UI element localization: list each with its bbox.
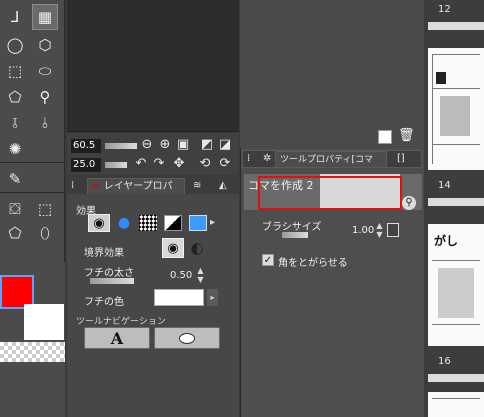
balloon-icon — [179, 332, 195, 344]
transparent-color-swatch[interactable] — [0, 342, 65, 362]
blob-icon[interactable]: ✺ — [2, 136, 28, 162]
border-width-slider[interactable] — [90, 278, 134, 284]
left-tabbar: ⁞ ✒ レイヤープロパ ≋ ◭ — [67, 176, 239, 194]
navigator-controls: 60.5 ⊖ ⊕ ▣ ◩ ◪ 25.0 ↶ ↷ ✥ ⟲ ⟳ — [67, 133, 239, 175]
zoom-slider[interactable] — [105, 143, 137, 149]
tab-2-icon[interactable]: ≋ — [189, 178, 213, 194]
thumb-text: がし — [434, 234, 459, 248]
sub-color-swatch[interactable] — [24, 304, 64, 340]
middle-top-area: 🗑 — [240, 0, 424, 148]
border-width-value[interactable]: 0.50 — [170, 270, 192, 281]
border-on-icon[interactable]: ◐ — [186, 238, 208, 258]
navigator-preview[interactable] — [67, 0, 239, 132]
rotate-flip2-icon[interactable]: ⟳ — [217, 155, 233, 171]
threshold-icon[interactable] — [164, 215, 182, 231]
page-number: 16 — [438, 356, 451, 367]
tool-nav-label: ツールナビゲーション — [76, 317, 166, 327]
text-tool-button[interactable]: A — [84, 327, 150, 349]
page-thumb-edge[interactable] — [428, 22, 484, 30]
border-off-button[interactable]: ◉ — [162, 238, 184, 258]
brush-size-label: ブラシサイズ — [262, 222, 322, 233]
tool-property-body — [244, 212, 422, 417]
brush-size-preset-button[interactable] — [387, 223, 399, 237]
page-thumb-edge[interactable] — [428, 198, 484, 206]
panel-menu-icon[interactable]: ⁞ — [67, 178, 78, 194]
rotate-right-icon[interactable]: ↷ — [151, 155, 167, 171]
layer-color-icon[interactable] — [189, 215, 207, 231]
gear-icon[interactable]: ✲ — [259, 151, 275, 167]
border-width-label: フチの太さ — [84, 268, 134, 279]
rotate-slider[interactable] — [105, 162, 127, 168]
page-number: 14 — [438, 180, 451, 191]
border-color-swatch[interactable] — [154, 289, 204, 306]
brush-size-value[interactable]: 1.00 — [352, 225, 374, 236]
page-thumbnail[interactable] — [428, 392, 484, 417]
brush-size-stepper[interactable]: ▲ ▼ — [375, 221, 384, 241]
tool-property-tabbar: ⁞ ✲ ツールプロパティ[コマ ⁅⁆ — [242, 150, 422, 168]
trash-icon[interactable]: 🗑 — [398, 128, 415, 144]
corner-checkbox[interactable]: ✓ — [262, 254, 274, 266]
panel-menu-icon[interactable]: ⁞ — [243, 151, 254, 167]
polygon-select-icon[interactable]: ⬠ — [2, 84, 28, 110]
zoom-value[interactable]: 60.5 — [71, 139, 101, 153]
tab-layer-property[interactable]: ✒ レイヤープロパ — [87, 178, 185, 194]
wand-icon[interactable]: ⚲ — [32, 84, 58, 110]
page-thumb-edge[interactable] — [428, 374, 484, 382]
tab-3-icon[interactable]: ◭ — [215, 178, 239, 194]
tone-icon[interactable] — [139, 215, 157, 231]
border-width-stepper[interactable]: ▲ ▼ — [196, 266, 205, 286]
rect-select-icon[interactable]: ⬚ — [2, 58, 28, 84]
tool-divider — [0, 162, 64, 163]
pipette-icon[interactable]: ⫰ — [32, 110, 58, 136]
page-number: 12 — [438, 4, 451, 15]
rotate-flip-icon[interactable]: ⟲ — [197, 155, 213, 171]
fit-icon[interactable]: ▣ — [175, 136, 191, 152]
flip-v-icon[interactable]: ◪ — [217, 136, 233, 152]
ellipse-select-icon[interactable]: ⬭ — [32, 58, 58, 84]
hexagon-icon[interactable]: ⬡ — [32, 32, 58, 58]
spray-icon[interactable]: ⫱ — [2, 110, 28, 136]
brush-icon[interactable]: ✎ — [2, 166, 28, 192]
balloon-tool-button[interactable] — [154, 327, 220, 349]
effect-none-button[interactable]: ◉ — [88, 214, 110, 232]
tool-divider — [0, 192, 64, 193]
border-color-dropdown[interactable]: ▸ — [207, 289, 218, 306]
border-effect-label: 境界効果 — [84, 248, 124, 259]
effect-more-icon[interactable]: ▸ — [210, 215, 224, 231]
highlight-box — [258, 176, 402, 210]
tab-label: レイヤープロパ — [103, 181, 173, 192]
reset-rotate-icon[interactable]: ✥ — [171, 155, 187, 171]
border-color-label: フチの色 — [84, 297, 124, 308]
page-thumbnail[interactable] — [428, 48, 484, 170]
corner-checkbox-label: 角をとがらせる — [278, 258, 348, 269]
page-thumbnail[interactable]: がし — [428, 224, 484, 346]
new-page-icon[interactable] — [378, 130, 392, 144]
fill-icon[interactable]: ⛋ — [2, 196, 28, 222]
brush-size-slider[interactable] — [282, 232, 308, 238]
dotted-rect-icon[interactable]: ⬚ — [32, 196, 58, 222]
search-icon[interactable]: ⚲ — [402, 196, 416, 210]
ellipse-icon[interactable]: ◯ — [2, 32, 28, 58]
rotate-left-icon[interactable]: ↶ — [133, 155, 149, 171]
pen-icon[interactable]: ⅃ — [2, 4, 28, 30]
zoom-in-icon[interactable]: ⊕ — [157, 136, 173, 152]
tab-tool-property[interactable]: ツールプロパティ[コマ — [275, 151, 387, 167]
calculator-icon[interactable]: ▦ — [32, 4, 58, 30]
flip-h-icon[interactable]: ◩ — [199, 136, 215, 152]
pen-tab-icon: ✒ — [92, 181, 101, 192]
ellipse-outline-icon[interactable]: ⬯ — [32, 220, 58, 246]
zoom-out-icon[interactable]: ⊖ — [139, 136, 155, 152]
lasso-icon[interactable]: ⬠ — [2, 220, 28, 246]
rotate-value[interactable]: 25.0 — [71, 158, 101, 172]
effect-color-icon[interactable]: ● — [113, 214, 135, 232]
tab-sub-tool-icon[interactable]: ⁅⁆ — [393, 151, 419, 167]
